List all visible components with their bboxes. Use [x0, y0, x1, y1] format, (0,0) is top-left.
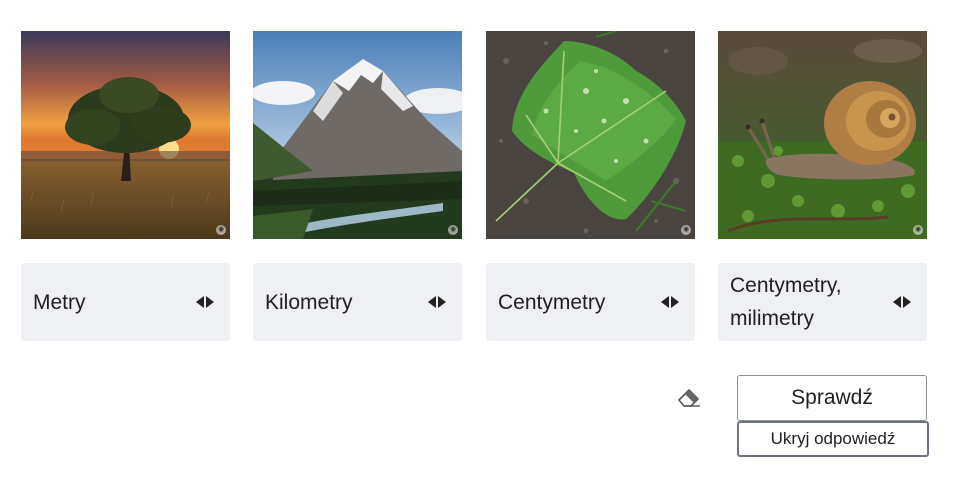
snail-on-moss-image[interactable]: ◉ — [718, 31, 927, 239]
answer-dropdown[interactable]: Centymetry — [486, 263, 695, 341]
card-leaf: ◉ Centymetry — [486, 31, 695, 341]
answer-label: Centymetry — [498, 290, 606, 314]
eraser-icon[interactable] — [676, 386, 702, 408]
matching-cards: ◉ Metry ◉ Kilometry ◉ Centymetry ◉ Centy… — [21, 31, 927, 341]
answer-label: Centymetry, milimetry — [730, 274, 842, 330]
zoom-icon[interactable]: ◉ — [448, 225, 458, 235]
zoom-icon[interactable]: ◉ — [913, 225, 923, 235]
mountain-landscape-image[interactable]: ◉ — [253, 31, 462, 239]
answer-dropdown[interactable]: Metry — [21, 263, 230, 341]
hide-answer-button[interactable]: Ukryj odpowiedź — [737, 421, 929, 457]
card-tree: ◉ Metry — [21, 31, 230, 341]
leaf-with-droplets-picture — [486, 31, 695, 239]
left-right-arrows-icon — [893, 296, 911, 308]
card-snail: ◉ Centymetry, milimetry — [718, 31, 927, 341]
zoom-icon[interactable]: ◉ — [681, 225, 691, 235]
card-mountain: ◉ Kilometry — [253, 31, 462, 341]
left-right-arrows-icon — [428, 296, 446, 308]
snail-on-moss-picture — [718, 31, 927, 239]
tree-at-sunset-picture — [21, 31, 230, 239]
answer-label: Kilometry — [265, 290, 353, 314]
tree-at-sunset-image[interactable]: ◉ — [21, 31, 230, 239]
leaf-with-droplets-image[interactable]: ◉ — [486, 31, 695, 239]
zoom-icon[interactable]: ◉ — [216, 225, 226, 235]
mountain-landscape-picture — [253, 31, 462, 239]
left-right-arrows-icon — [661, 296, 679, 308]
left-right-arrows-icon — [196, 296, 214, 308]
answer-label: Metry — [33, 290, 86, 314]
check-button[interactable]: Sprawdź — [737, 375, 927, 421]
answer-dropdown[interactable]: Centymetry, milimetry — [718, 263, 927, 341]
answer-dropdown[interactable]: Kilometry — [253, 263, 462, 341]
